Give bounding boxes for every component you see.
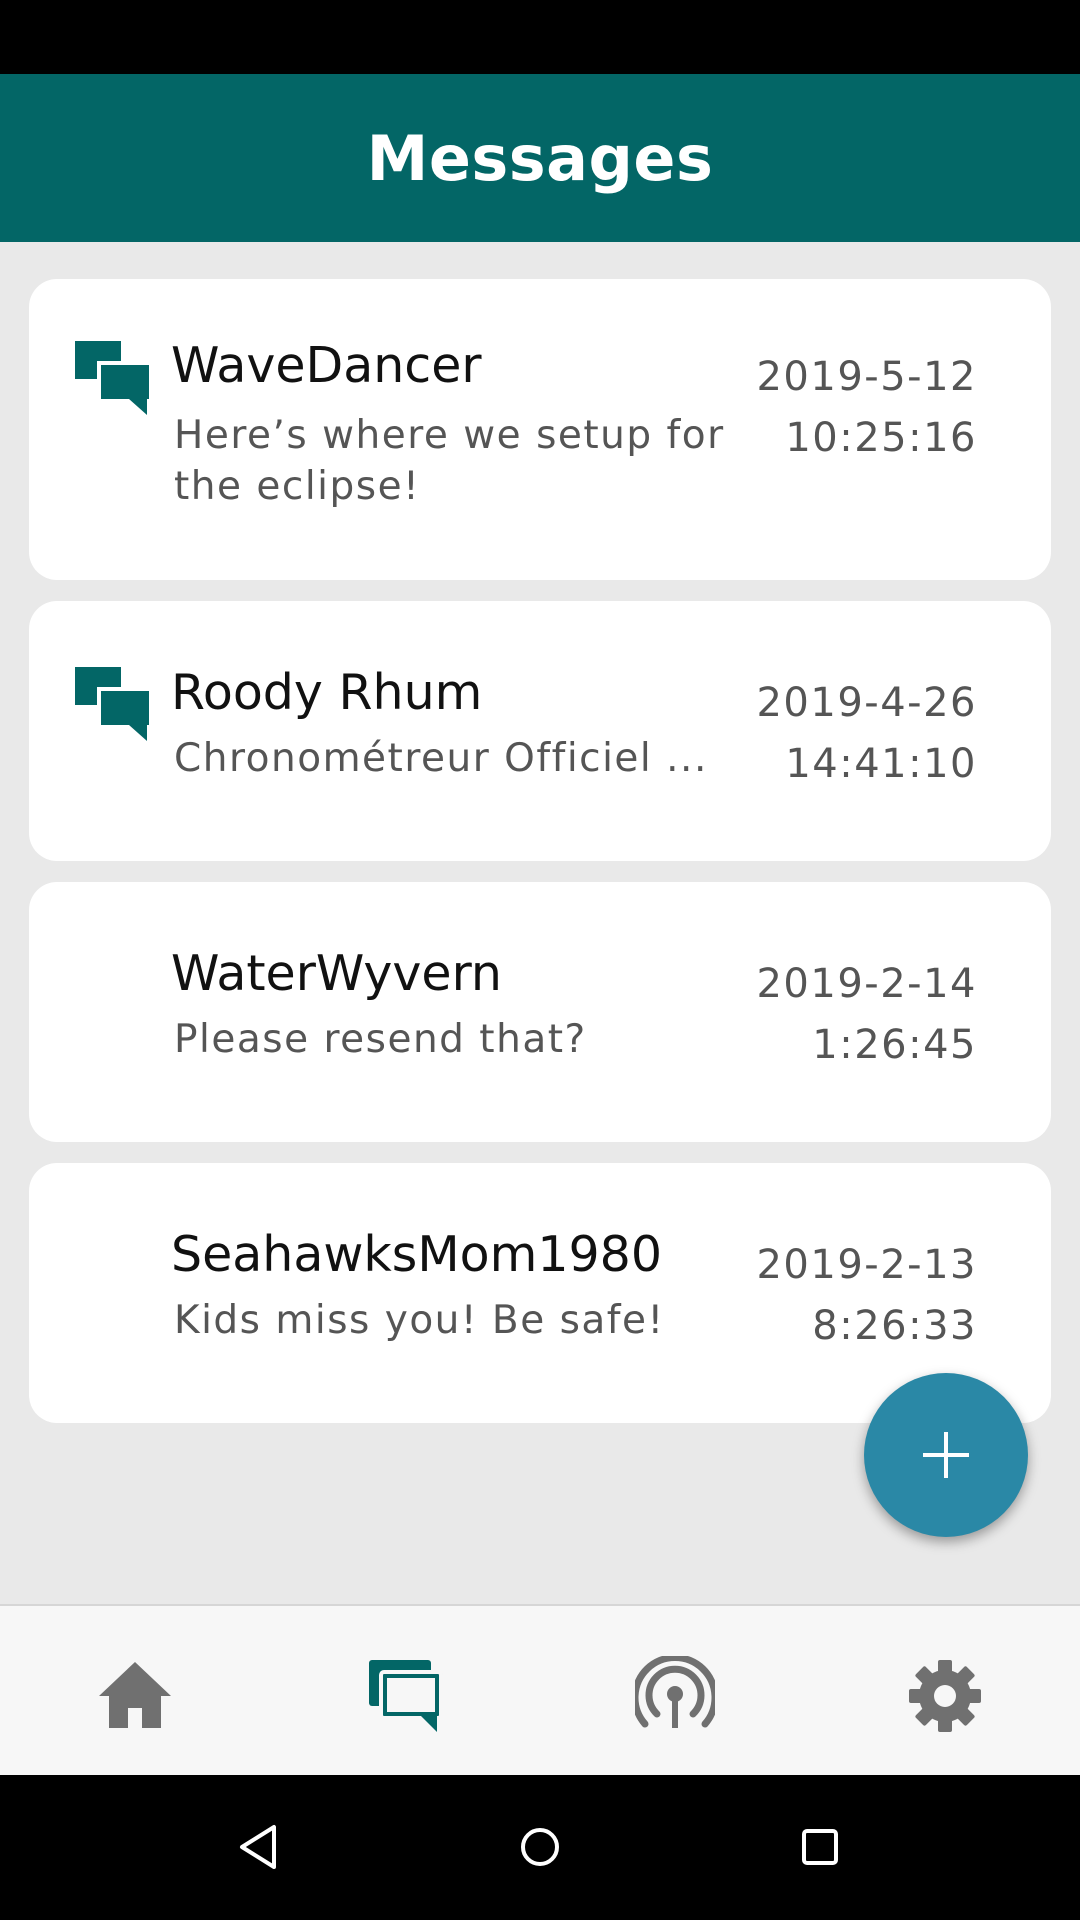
message-time: 14:41:10 — [785, 741, 977, 787]
gear-icon — [909, 1660, 981, 1732]
new-message-button[interactable] — [864, 1373, 1028, 1537]
home-circle-icon — [521, 1828, 559, 1866]
back-icon — [240, 1825, 276, 1869]
message-timestamp: 2019-2-14 1:26:45 — [717, 954, 977, 1076]
message-preview: Please resend that? — [174, 1017, 587, 1062]
bottom-navigation — [0, 1604, 1080, 1775]
system-home-button[interactable] — [510, 1817, 570, 1877]
message-preview: Chronométreur Officiel ... — [174, 736, 708, 781]
app-header: Messages — [0, 74, 1080, 242]
message-timestamp: 2019-4-26 14:41:10 — [717, 673, 977, 795]
message-sender: WaveDancer — [171, 337, 482, 394]
message-date: 2019-2-14 — [756, 961, 977, 1007]
message-preview: Kids miss you! Be safe! — [174, 1298, 665, 1343]
message-sender: WaterWyvern — [171, 945, 502, 1002]
system-back-button[interactable] — [230, 1817, 290, 1877]
message-timestamp: 2019-2-13 8:26:33 — [717, 1235, 977, 1357]
chat-bubbles-icon — [369, 1660, 443, 1732]
chat-bubbles-icon — [75, 341, 151, 415]
message-date: 2019-5-12 — [756, 354, 977, 400]
nav-messages[interactable] — [365, 1656, 445, 1736]
status-bar — [0, 0, 1080, 74]
message-sender: Roody Rhum — [171, 664, 483, 721]
system-navigation-bar — [0, 1775, 1080, 1920]
chat-bubbles-icon — [75, 667, 151, 741]
message-preview: Here’s where we setup for the eclipse! — [174, 413, 725, 509]
nav-broadcast[interactable] — [635, 1656, 715, 1736]
plus-icon — [923, 1432, 969, 1478]
message-card[interactable]: WaterWyvern Please resend that? 2019-2-1… — [29, 882, 1051, 1142]
message-time: 8:26:33 — [812, 1303, 977, 1349]
message-time: 1:26:45 — [812, 1022, 977, 1068]
message-date: 2019-2-13 — [756, 1242, 977, 1288]
nav-home[interactable] — [95, 1656, 175, 1736]
page-title: Messages — [366, 121, 714, 195]
message-timestamp: 2019-5-12 10:25:16 — [717, 347, 977, 469]
message-time: 10:25:16 — [785, 415, 977, 461]
nav-settings[interactable] — [905, 1656, 985, 1736]
message-date: 2019-4-26 — [756, 680, 977, 726]
message-sender: SeahawksMom1980 — [171, 1226, 663, 1283]
message-card[interactable]: SeahawksMom1980 Kids miss you! Be safe! … — [29, 1163, 1051, 1423]
message-card[interactable]: WaveDancer Here’s where we setup for the… — [29, 279, 1051, 580]
system-recents-button[interactable] — [790, 1817, 850, 1877]
recents-square-icon — [802, 1829, 838, 1865]
message-card[interactable]: Roody Rhum Chronométreur Officiel ... 20… — [29, 601, 1051, 861]
home-icon — [99, 1662, 171, 1728]
broadcast-icon — [635, 1656, 715, 1728]
